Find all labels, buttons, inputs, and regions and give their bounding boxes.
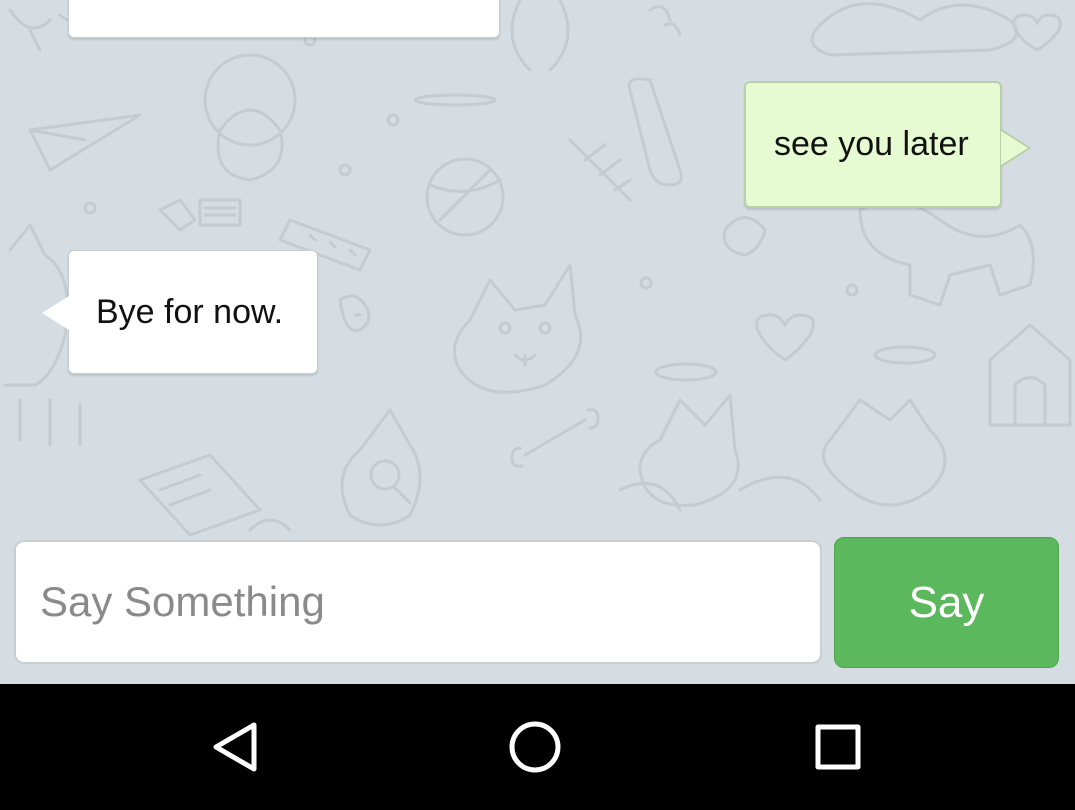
message-bubble-incoming[interactable]: [68, 0, 500, 38]
message-input[interactable]: [14, 540, 822, 664]
message-bubble-outgoing[interactable]: see you later: [744, 81, 1031, 208]
message-bubble-incoming[interactable]: Bye for now.: [42, 250, 318, 374]
home-button[interactable]: [500, 714, 570, 780]
home-icon: [509, 721, 561, 773]
bubble-tail: [42, 296, 69, 330]
back-icon: [213, 722, 257, 772]
recents-icon: [815, 724, 861, 770]
message-text: see you later: [774, 125, 969, 163]
recents-button[interactable]: [803, 714, 873, 780]
say-button[interactable]: Say: [834, 537, 1059, 668]
navigation-bar: [0, 684, 1075, 810]
back-button[interactable]: [200, 714, 270, 780]
bubble-tail: [1001, 131, 1028, 165]
message-text: Bye for now.: [96, 292, 284, 331]
say-button-label: Say: [908, 577, 985, 627]
message-list[interactable]: see you later Bye for now. Say: [0, 0, 1075, 684]
chat-screen: see you later Bye for now. Say: [0, 0, 1075, 810]
